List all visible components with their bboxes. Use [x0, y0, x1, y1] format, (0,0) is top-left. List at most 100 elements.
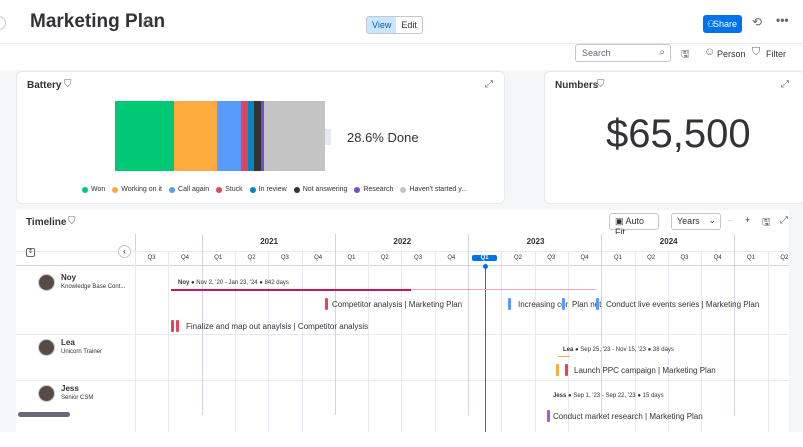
quarter-label: Q3 — [147, 255, 156, 261]
avatar[interactable] — [38, 339, 55, 356]
timeline-item-marker[interactable] — [171, 320, 174, 332]
save-icon[interactable]: 🖫 — [681, 47, 690, 64]
share-button[interactable]: ⚇ Share — [703, 15, 742, 33]
summary-bar-tail — [411, 289, 596, 290]
quarter-label: Q3 — [547, 255, 556, 261]
legend-item[interactable]: Won — [82, 186, 105, 193]
legend-dot — [354, 186, 361, 193]
person-icon[interactable]: ☺ — [704, 46, 715, 58]
person-name: Noy — [61, 273, 77, 282]
timeline-item-marker[interactable] — [562, 298, 565, 310]
year-label: 2021 — [260, 237, 278, 246]
quarter-label: Q2 — [380, 255, 389, 261]
legend-item[interactable]: In review — [249, 186, 287, 193]
numbers-title: Numbers — [555, 80, 599, 91]
summary-name: Noy ● — [178, 280, 197, 286]
legend-item[interactable]: Call again — [169, 186, 209, 193]
horizontal-scrollbar[interactable] — [18, 412, 70, 417]
auto-fit-button[interactable]: ▣ Auto Fit — [609, 213, 659, 237]
battery-segment[interactable] — [253, 101, 261, 171]
filter-icon[interactable]: ⛉ — [68, 216, 76, 227]
scale-select[interactable]: Years ⌄ — [671, 213, 721, 230]
timeline-item-marker[interactable] — [565, 364, 568, 376]
legend-item[interactable]: Stuck — [216, 186, 243, 193]
filter-icon[interactable]: ⛉ — [597, 79, 605, 90]
legend-item[interactable]: Research — [354, 186, 393, 193]
timeline-item[interactable]: Conduct live events series | Marketing P… — [606, 300, 759, 309]
person-name: Lea — [61, 338, 75, 347]
chevron-left-icon[interactable]: ‹ — [118, 245, 131, 258]
year-label: 2024 — [659, 237, 678, 246]
quarter-label: Q3 — [280, 255, 289, 261]
more-icon[interactable]: ••• — [776, 13, 789, 27]
search-input[interactable]: Search ⌕ — [575, 44, 671, 62]
expand-icon[interactable]: ⤢ — [485, 79, 493, 90]
timeline-item-marker[interactable] — [596, 298, 599, 310]
filter-label[interactable]: Filter — [766, 49, 786, 59]
battery-segment[interactable] — [240, 101, 248, 171]
today-marker — [482, 264, 488, 269]
battery-segment[interactable] — [217, 101, 241, 171]
quarter-divider — [767, 251, 769, 432]
legend-item[interactable]: Not answering — [293, 186, 347, 193]
zoom-in-button[interactable]: + — [740, 213, 756, 230]
row-summary: Noy ● Nov 2, '20 - Jan 23, '24 ● 842 day… — [178, 280, 289, 286]
battery-done-text: 28.6% Done — [347, 130, 419, 145]
battery-segment[interactable] — [115, 101, 175, 171]
view-button[interactable]: View — [367, 17, 397, 33]
star-icon[interactable]: ☆ — [140, 14, 153, 31]
filter-icon[interactable]: ⛉ — [752, 46, 760, 59]
battery-segment[interactable] — [263, 101, 325, 171]
footer-bar — [0, 432, 803, 447]
battery-title: Battery — [27, 80, 62, 91]
automation-icon[interactable]: ⟲ — [752, 15, 762, 29]
fullscreen-icon[interactable]: ⤢ — [780, 215, 788, 226]
timeline-item[interactable]: Competitor analysis | Marketing Plan — [332, 300, 462, 309]
quarter-label: Q4 — [713, 255, 722, 261]
quarter-divider — [667, 251, 669, 432]
export-icon[interactable]: 🖫 — [762, 215, 771, 232]
legend-dot — [216, 186, 223, 193]
quarter-divider — [501, 251, 503, 432]
quarter-divider — [734, 234, 736, 415]
collapse-rows-icon[interactable]: ⇕ — [26, 248, 35, 257]
today-line — [484, 265, 486, 432]
timeline-item-marker[interactable] — [325, 298, 328, 310]
legend-dot — [112, 186, 119, 193]
quarter-label: Q3 — [680, 255, 689, 261]
timeline-item-marker[interactable] — [547, 410, 550, 422]
quarter-divider — [468, 234, 469, 415]
quarter-divider — [234, 251, 236, 432]
legend-label: Won — [91, 186, 106, 193]
filter-icon[interactable]: ⛉ — [64, 79, 72, 90]
timeline-item[interactable]: Increasing cor — [518, 300, 568, 309]
row-divider — [16, 334, 789, 335]
summary-name: Jess ● — [553, 393, 574, 399]
avatar[interactable] — [38, 385, 55, 402]
quarter-label: Q1 — [747, 255, 756, 261]
timeline-item-marker[interactable] — [556, 364, 559, 376]
timeline-item-marker[interactable] — [508, 298, 511, 310]
collapse-sidebar-button[interactable] — [0, 16, 6, 30]
legend-dot — [82, 186, 88, 193]
legend-label: Call again — [178, 186, 210, 193]
person-filter-label[interactable]: Person — [717, 49, 746, 59]
person-role: Senior CSM — [61, 395, 94, 401]
timeline-item[interactable]: Launch PPC campaign | Marketing Plan — [574, 366, 716, 375]
quarter-label: Q1 — [214, 255, 223, 261]
scale-label: Years — [677, 216, 700, 226]
legend-item[interactable]: Haven't started y... — [400, 186, 467, 193]
zoom-out-button[interactable]: – — [723, 213, 741, 230]
legend-dot — [169, 186, 176, 193]
edit-button[interactable]: Edit — [396, 17, 422, 33]
quarter-label: Q2 — [247, 255, 256, 261]
timeline-item-marker[interactable] — [176, 320, 179, 332]
expand-icon[interactable]: ⤢ — [781, 79, 789, 90]
avatar[interactable] — [38, 274, 55, 291]
year-divider — [16, 251, 789, 252]
timeline-item[interactable]: Conduct market research | Marketing Plan — [553, 412, 703, 421]
battery-segment[interactable] — [174, 101, 218, 171]
timeline-item[interactable]: Finalize and map out anaylsis | Competit… — [186, 322, 368, 331]
legend-item[interactable]: Working on it — [112, 186, 162, 193]
legend-dot — [249, 186, 256, 193]
